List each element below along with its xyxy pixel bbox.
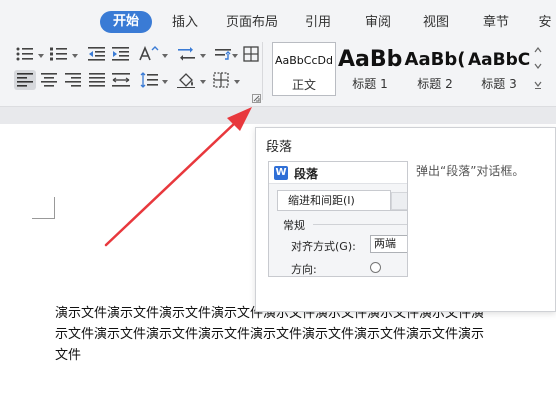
tab-references[interactable]: 引用 bbox=[296, 12, 340, 34]
preview-alignment-select: 两端 bbox=[370, 235, 407, 253]
preview-direction-radio bbox=[370, 262, 381, 273]
borders-dropdown-icon[interactable] bbox=[234, 80, 240, 84]
shading-dropdown-icon[interactable] bbox=[200, 80, 206, 84]
tab-security[interactable]: 安 bbox=[534, 12, 556, 34]
style-heading-3-label: 标题 3 bbox=[481, 77, 517, 91]
ribbon-separator bbox=[262, 42, 263, 100]
paragraph-dialog-launcher-icon[interactable] bbox=[252, 94, 261, 103]
align-right-icon[interactable] bbox=[62, 70, 84, 90]
table-grid-icon[interactable] bbox=[240, 44, 262, 64]
bullet-list-dropdown-icon[interactable] bbox=[38, 54, 44, 58]
tab-insert[interactable]: 插入 bbox=[163, 12, 207, 34]
line-spacing-icon[interactable] bbox=[138, 70, 160, 90]
style-heading-1[interactable]: AaBb 标题 1 bbox=[338, 42, 402, 96]
style-gallery-scroller[interactable] bbox=[531, 42, 545, 96]
page-margin-corner-mark bbox=[32, 197, 55, 219]
style-heading-1-sample: AaBb bbox=[338, 47, 402, 72]
style-heading-2-label: 标题 2 bbox=[417, 77, 453, 91]
preview-dialog-body: 缩进和间距(I) 常规 对齐方式(G): 两端 方向: bbox=[269, 184, 407, 276]
numbered-list-dropdown-icon[interactable] bbox=[72, 54, 78, 58]
line-spacing-dropdown-icon[interactable] bbox=[162, 80, 168, 84]
font-size-change-icon[interactable] bbox=[138, 44, 160, 64]
paragraph-tooltip: 段落 弹出“段落”对话框。 W 段落 缩进和间距(I) 常规 对齐方式(G): … bbox=[255, 127, 556, 312]
tab-page-layout[interactable]: 页面布局 bbox=[222, 12, 282, 34]
justify-icon[interactable] bbox=[86, 70, 108, 90]
tab-home[interactable]: 开始 bbox=[100, 11, 152, 33]
shading-icon[interactable] bbox=[176, 70, 198, 90]
tab-chapter[interactable]: 章节 bbox=[474, 12, 518, 34]
show-hide-dropdown-icon[interactable] bbox=[232, 54, 238, 58]
preview-direction-label: 方向: bbox=[291, 263, 317, 276]
distributed-align-icon[interactable] bbox=[110, 70, 132, 90]
style-normal-sample: AaBbCcDd bbox=[275, 54, 333, 67]
style-normal[interactable]: AaBbCcDd 正文 bbox=[272, 42, 336, 96]
preview-tab-indent-spacing: 缩进和间距(I) bbox=[277, 190, 391, 210]
bullet-list-icon[interactable] bbox=[14, 44, 36, 64]
font-size-dropdown-icon[interactable] bbox=[162, 54, 168, 58]
borders-icon[interactable] bbox=[210, 70, 232, 90]
show-hide-marks-icon[interactable] bbox=[212, 44, 234, 64]
numbered-list-icon[interactable] bbox=[48, 44, 70, 64]
ribbon-bottom-strip bbox=[0, 106, 556, 124]
sort-dropdown-icon[interactable] bbox=[200, 54, 206, 58]
style-heading-1-label: 标题 1 bbox=[352, 77, 388, 91]
document-paragraph[interactable]: 演示文件演示文件演示文件演示文件演示文件演示文件演示文件演示文件演示文件演示文件… bbox=[55, 303, 485, 366]
style-heading-2[interactable]: AaBb( 标题 2 bbox=[404, 42, 466, 96]
preview-dialog-header: W 段落 bbox=[269, 162, 407, 184]
tab-review[interactable]: 审阅 bbox=[356, 12, 400, 34]
style-normal-label: 正文 bbox=[291, 78, 316, 92]
style-heading-2-sample: AaBb( bbox=[404, 49, 466, 70]
preview-dialog-title: 段落 bbox=[294, 167, 319, 181]
style-heading-3[interactable]: AaBbC 标题 3 bbox=[468, 42, 530, 96]
tab-view[interactable]: 视图 bbox=[414, 12, 458, 34]
tooltip-description: 弹出“段落”对话框。 bbox=[416, 164, 525, 178]
decrease-indent-icon[interactable] bbox=[86, 44, 108, 64]
ribbon-tab-bar: 开始 插入 页面布局 引用 审阅 视图 章节 安 bbox=[0, 0, 556, 36]
preview-tab-underline bbox=[277, 210, 407, 211]
paragraph-dialog-preview: W 段落 缩进和间距(I) 常规 对齐方式(G): 两端 方向: bbox=[268, 161, 408, 277]
sort-icon[interactable] bbox=[176, 44, 198, 64]
increase-indent-icon[interactable] bbox=[110, 44, 132, 64]
tooltip-title: 段落 bbox=[266, 140, 293, 155]
style-gallery: AaBbCcDd 正文 AaBb 标题 1 AaBb( 标题 2 AaBbC 标… bbox=[268, 42, 530, 96]
preview-tab-second bbox=[391, 192, 407, 210]
preview-section-rule bbox=[313, 224, 407, 225]
wps-writer-logo-icon: W bbox=[274, 166, 288, 180]
style-heading-3-sample: AaBbC bbox=[468, 50, 530, 70]
preview-section-general: 常规 bbox=[283, 219, 305, 232]
align-center-icon[interactable] bbox=[38, 70, 60, 90]
preview-alignment-label: 对齐方式(G): bbox=[291, 240, 356, 253]
align-left-icon[interactable] bbox=[14, 70, 36, 90]
